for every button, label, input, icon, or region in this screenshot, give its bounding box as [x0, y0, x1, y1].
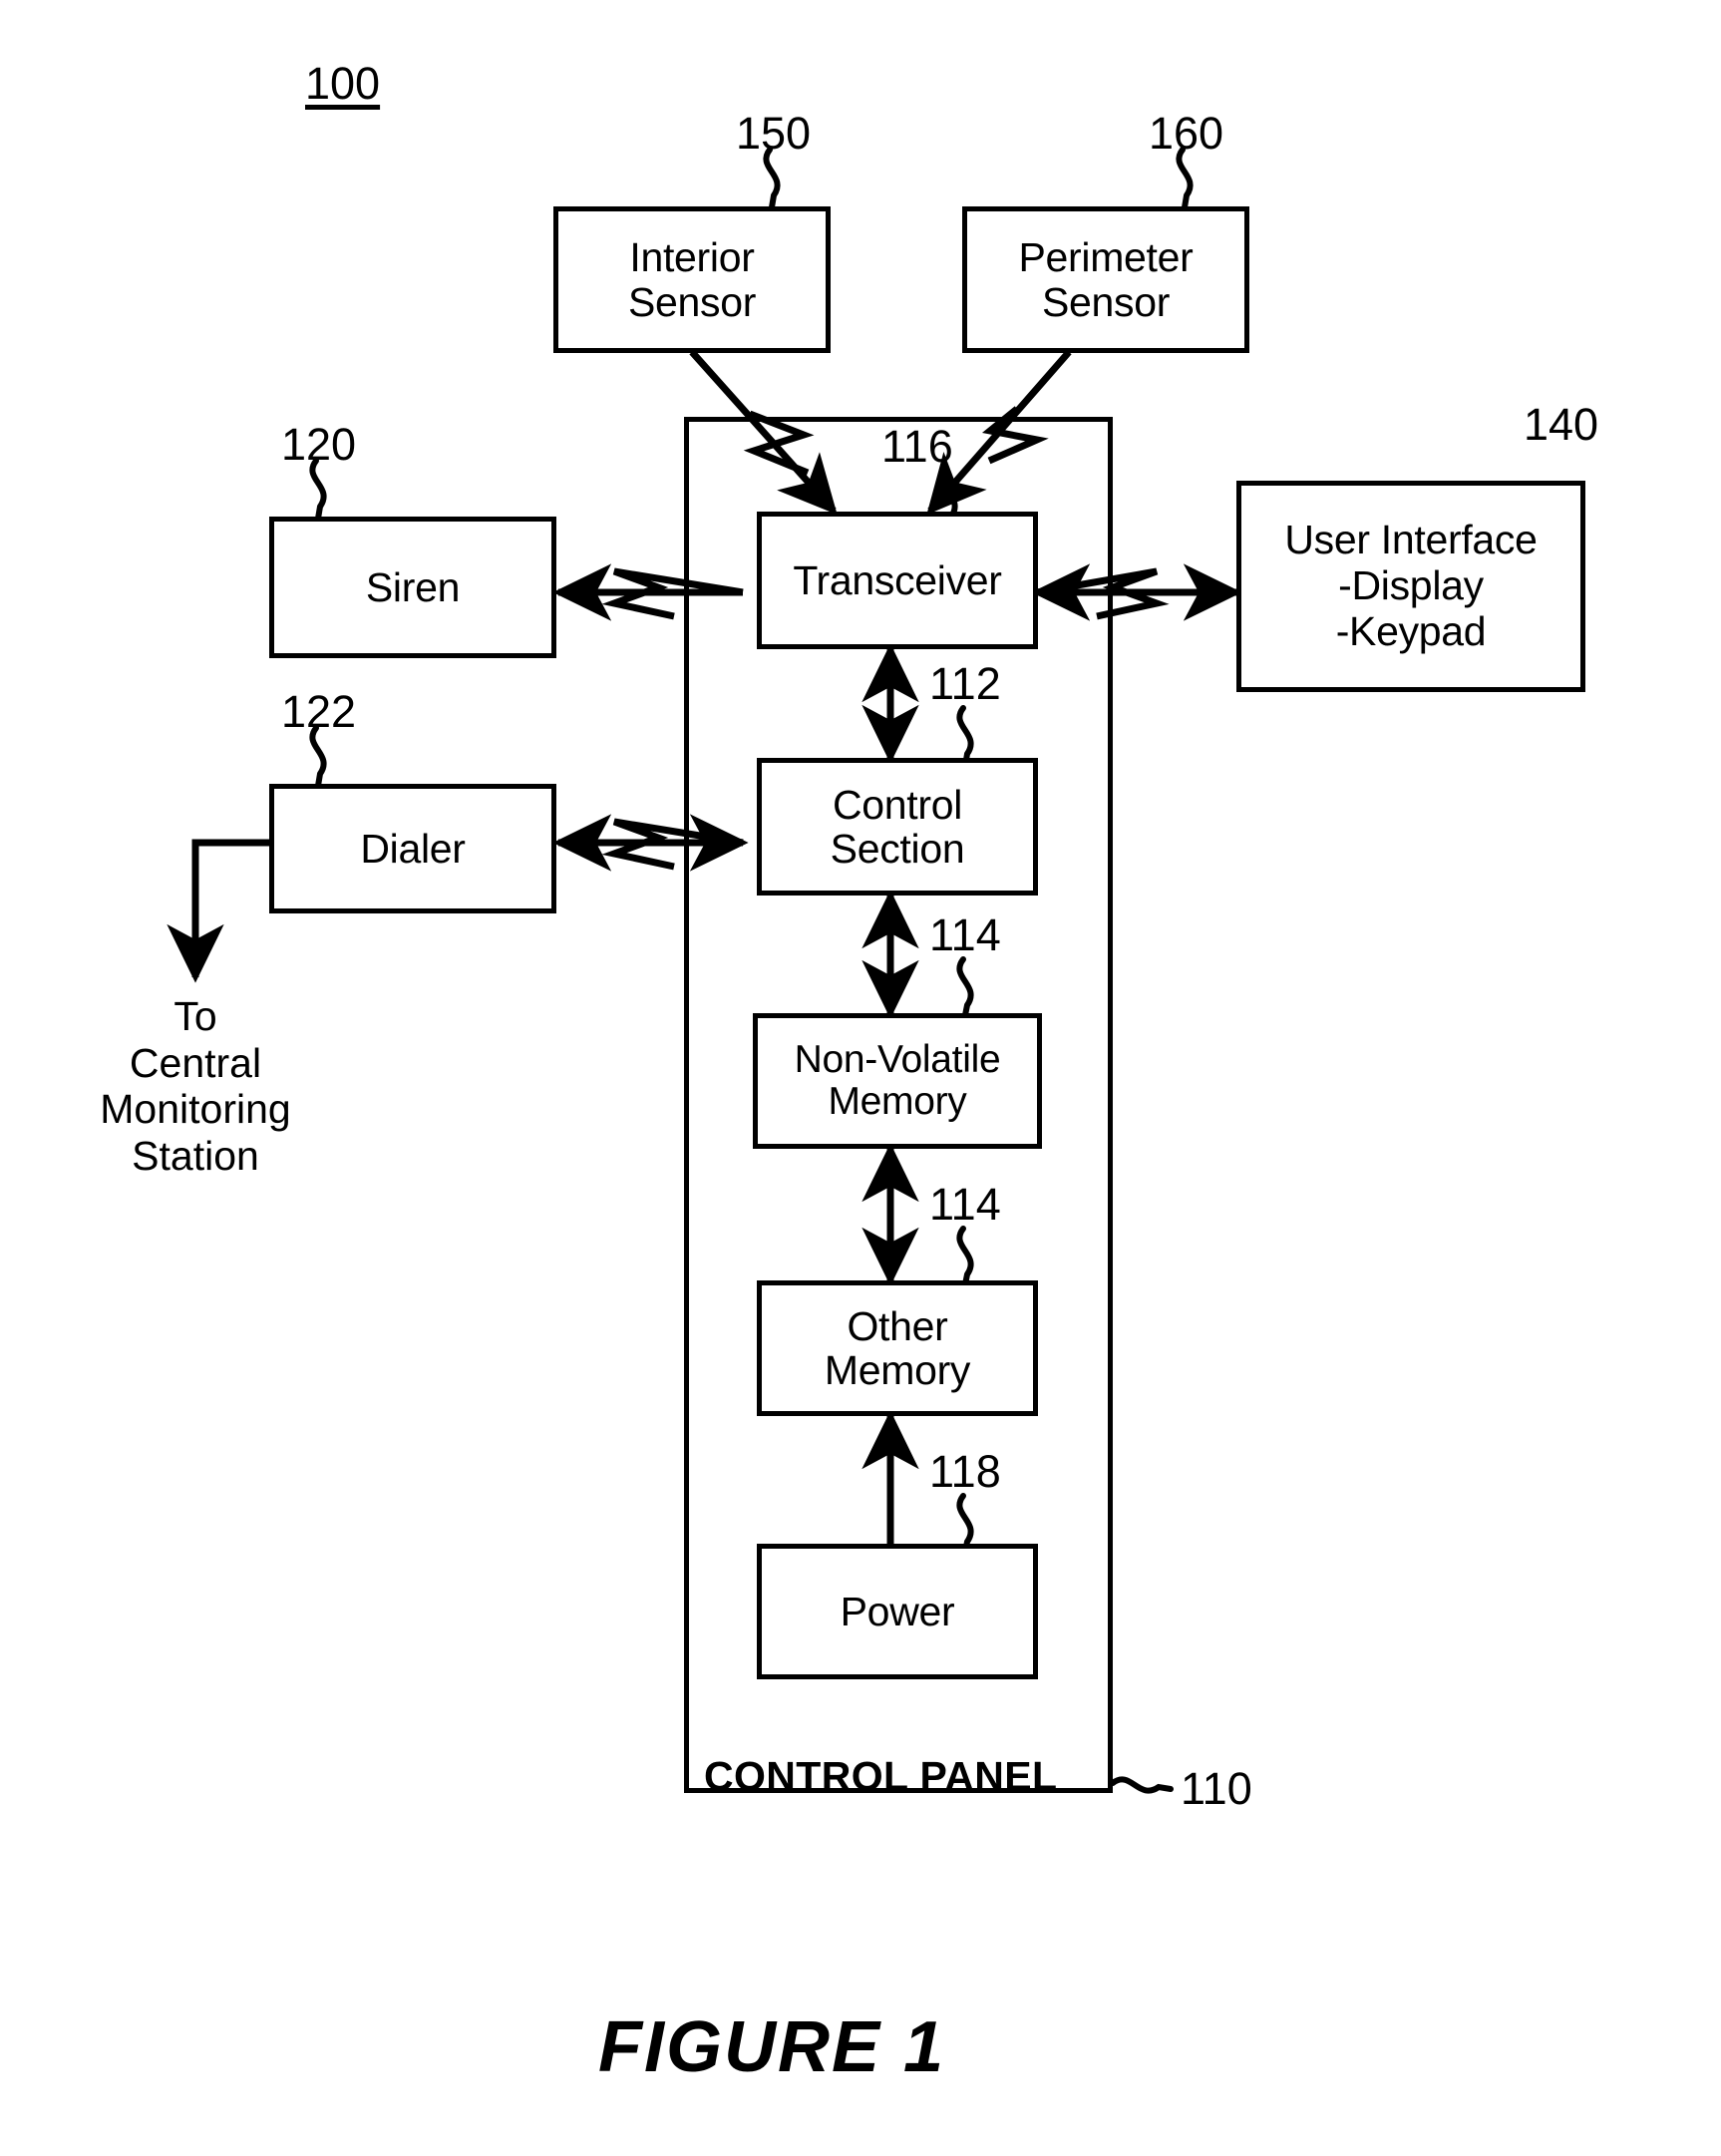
ref-150: 150: [736, 108, 812, 159]
node-power-label: Power: [840, 1588, 955, 1634]
annotation-central-station: To Central Monitoring Station: [100, 993, 291, 1180]
node-non-volatile-memory-label: Non-Volatile Memory: [794, 1037, 1001, 1123]
node-interior-sensor-label: Interior Sensor: [627, 234, 757, 325]
node-interior-sensor[interactable]: Interior Sensor: [553, 206, 831, 353]
control-panel-caption: CONTROL PANEL: [704, 1753, 1058, 1799]
ref-160: 160: [1149, 108, 1224, 159]
ref-116: 116: [881, 421, 953, 472]
node-dialer[interactable]: Dialer: [269, 784, 556, 913]
node-transceiver[interactable]: Transceiver: [757, 512, 1038, 649]
node-control-section[interactable]: Control Section: [757, 758, 1038, 896]
node-user-interface[interactable]: User Interface -Display -Keypad: [1236, 481, 1585, 692]
ref-114-other: 114: [929, 1179, 1001, 1230]
figure-caption: FIGURE 1: [598, 2007, 946, 2087]
node-perimeter-sensor[interactable]: Perimeter Sensor: [962, 206, 1249, 353]
ref-140: 140: [1524, 399, 1599, 450]
node-power[interactable]: Power: [757, 1544, 1038, 1679]
ref-114-nonvolatile: 114: [929, 909, 1001, 960]
node-non-volatile-memory[interactable]: Non-Volatile Memory: [753, 1013, 1042, 1149]
node-other-memory[interactable]: Other Memory: [757, 1280, 1038, 1416]
node-other-memory-label: Other Memory: [824, 1302, 971, 1393]
ref-110: 110: [1181, 1763, 1252, 1814]
node-control-section-label: Control Section: [830, 781, 965, 872]
ref-112: 112: [929, 658, 1001, 709]
arrow-dialer-to-central-station: [167, 839, 271, 983]
ref-120: 120: [281, 419, 357, 470]
node-user-interface-label: User Interface -Display -Keypad: [1284, 517, 1538, 654]
node-dialer-label: Dialer: [360, 825, 466, 872]
node-transceiver-label: Transceiver: [793, 556, 1002, 603]
ref-118: 118: [929, 1446, 1001, 1497]
node-siren-label: Siren: [365, 563, 461, 610]
node-perimeter-sensor-label: Perimeter Sensor: [1018, 234, 1194, 325]
ref-122: 122: [281, 686, 357, 737]
figure-canvas: Interior Sensor Perimeter Sensor Transce…: [0, 0, 1721, 2156]
ref-100: 100: [305, 58, 381, 109]
node-siren[interactable]: Siren: [269, 517, 556, 658]
ref-leader-110: [1110, 1776, 1174, 1794]
